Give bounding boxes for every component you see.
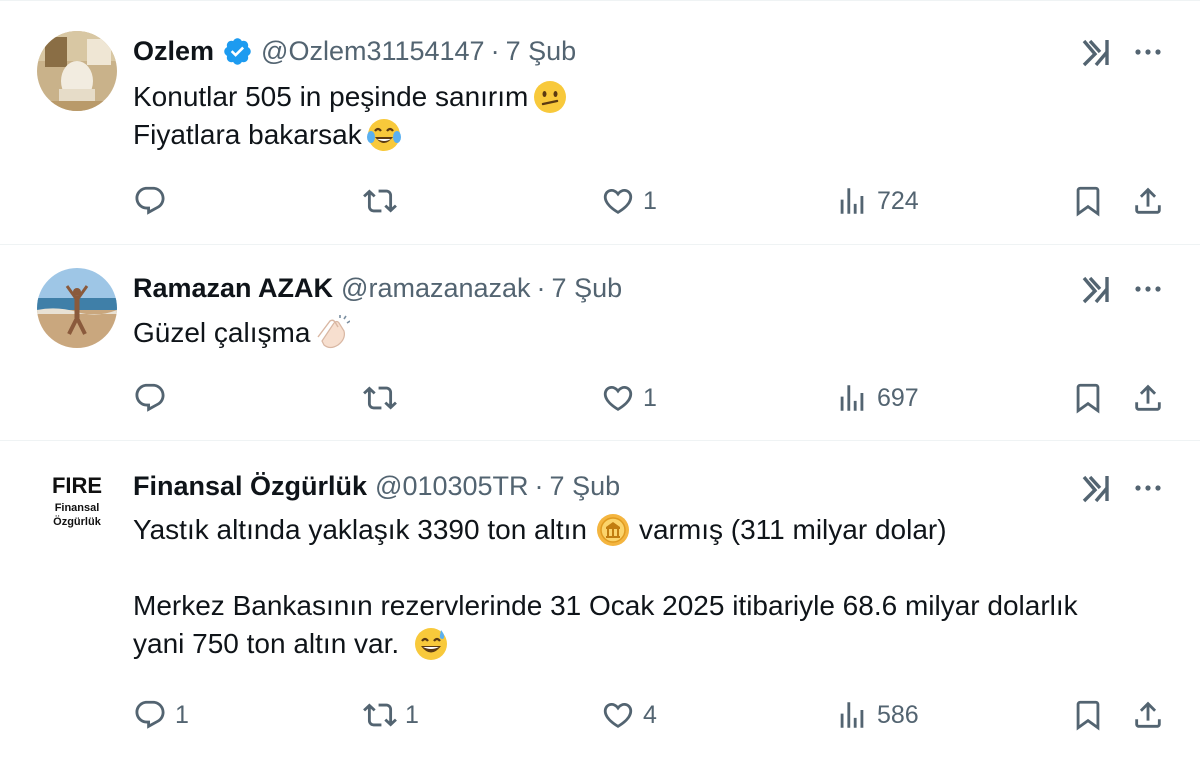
more-options-icon[interactable] [1132,272,1164,306]
like-button[interactable]: 4 [601,695,657,735]
avatar[interactable] [37,268,117,348]
reply-button[interactable] [133,378,175,418]
action-bar: 1 1 4 586 [133,695,1173,735]
analytics-icon [840,385,864,411]
view-count: 724 [877,186,919,215]
author-name[interactable]: Finansal Özgürlük [133,471,367,502]
analytics-icon [840,702,864,728]
tweet-text: Konutlar 505 in peşinde sanırım Fiyatlar… [133,78,1173,154]
clapping-hands-icon [314,315,351,351]
share-button[interactable] [1131,181,1165,221]
action-bar: 1 697 [133,378,1173,418]
tweet-text-line: Merkez Bankasının rezervlerinde 31 Ocak … [133,590,1078,621]
reply-button[interactable] [133,181,175,221]
avatar[interactable]: FIRE Finansal Özgürlük [37,467,117,547]
share-button[interactable] [1131,378,1165,418]
avatar-text: FIRE [52,473,102,498]
verified-badge-icon [222,36,253,67]
action-bar: 1 724 [133,181,1173,221]
like-count: 1 [643,383,657,412]
reply-button[interactable]: 1 [133,695,189,735]
retweet-icon [363,703,397,727]
separator: · [490,35,500,66]
more-options-icon[interactable] [1132,471,1164,505]
separator: · [536,272,546,303]
retweet-icon [363,189,397,213]
tweet-header: Ozlem @Ozlem31154147 · 7 Şub [133,34,576,68]
bookmark-icon [1076,700,1100,731]
tweet-date[interactable]: 7 Şub [552,273,623,304]
views-button[interactable]: 697 [835,378,919,418]
heart-icon [603,702,633,728]
tweet[interactable]: FIRE Finansal Özgürlük Finansal Özgürlük… [0,441,1200,758]
retweet-count: 1 [405,700,419,729]
tweet-text-line: Konutlar 505 in peşinde sanırım [133,81,529,112]
tweet[interactable]: Ramazan AZAK @ramazanazak · 7 Şub Güzel … [0,244,1200,441]
share-icon [1135,701,1161,728]
author-handle[interactable]: @ramazanazak [341,273,531,304]
retweet-button[interactable] [363,378,405,418]
confused-face-icon [532,79,568,115]
tweet-header: Ramazan AZAK @ramazanazak · 7 Şub [133,271,622,305]
retweet-button[interactable] [363,181,405,221]
retweet-icon [363,386,397,410]
views-button[interactable]: 586 [835,695,919,735]
like-count: 1 [643,186,657,215]
grok-icon[interactable] [1080,272,1114,306]
tweet-text: Yastık altında yaklaşık 3390 ton altın v… [133,511,1173,663]
tweet-text-line: varmış (311 milyar dolar) [638,514,947,545]
reply-icon [135,186,165,215]
author-name[interactable]: Ozlem [133,36,214,67]
tears-of-joy-icon [366,117,402,153]
heart-icon [603,188,633,214]
tweet-date[interactable]: 7 Şub [506,36,577,67]
grok-icon[interactable] [1080,471,1114,505]
like-button[interactable]: 1 [601,181,657,221]
view-count: 586 [877,700,919,729]
share-icon [1135,187,1161,214]
grinning-sweat-icon [413,626,449,662]
author-name[interactable]: Ramazan AZAK [133,273,333,304]
share-button[interactable] [1131,695,1165,735]
heart-icon [603,385,633,411]
avatar[interactable] [37,31,117,111]
tweet-text: Güzel çalışma [133,314,1173,352]
grok-icon[interactable] [1080,35,1114,69]
tweet-date[interactable]: 7 Şub [550,471,621,502]
avatar-text: Özgürlük [53,515,102,528]
bookmark-icon [1076,186,1100,217]
retweet-button[interactable]: 1 [363,695,419,735]
avatar-text: Finansal [55,502,100,514]
like-count: 4 [643,700,657,729]
bookmark-icon [1076,383,1100,414]
tweet[interactable]: Ozlem @Ozlem31154147 · 7 Şub Konutlar 50… [0,0,1200,245]
bookmark-button[interactable] [1071,378,1105,418]
reply-count: 1 [175,700,189,729]
tweet-header: Finansal Özgürlük @010305TR · 7 Şub [133,469,620,503]
like-button[interactable]: 1 [601,378,657,418]
bookmark-button[interactable] [1071,181,1105,221]
more-options-icon[interactable] [1132,35,1164,69]
coin-icon [595,512,631,548]
views-button[interactable]: 724 [835,181,919,221]
reply-icon [135,383,165,412]
tweet-text-line: Fiyatlara bakarsak [133,119,362,150]
view-count: 697 [877,383,919,412]
analytics-icon [840,188,864,214]
tweet-text-line: Güzel çalışma [133,317,311,348]
tweet-text-line: Yastık altında yaklaşık 3390 ton altın [133,514,587,545]
reply-feed: Ozlem @Ozlem31154147 · 7 Şub Konutlar 50… [0,0,1200,758]
author-handle[interactable]: @010305TR [375,471,529,502]
tweet-text-line: yani 750 ton altın var. [133,628,400,659]
separator: · [534,470,544,501]
reply-icon [135,700,165,729]
share-icon [1135,384,1161,411]
bookmark-button[interactable] [1071,695,1105,735]
author-handle[interactable]: @Ozlem31154147 [261,36,485,67]
